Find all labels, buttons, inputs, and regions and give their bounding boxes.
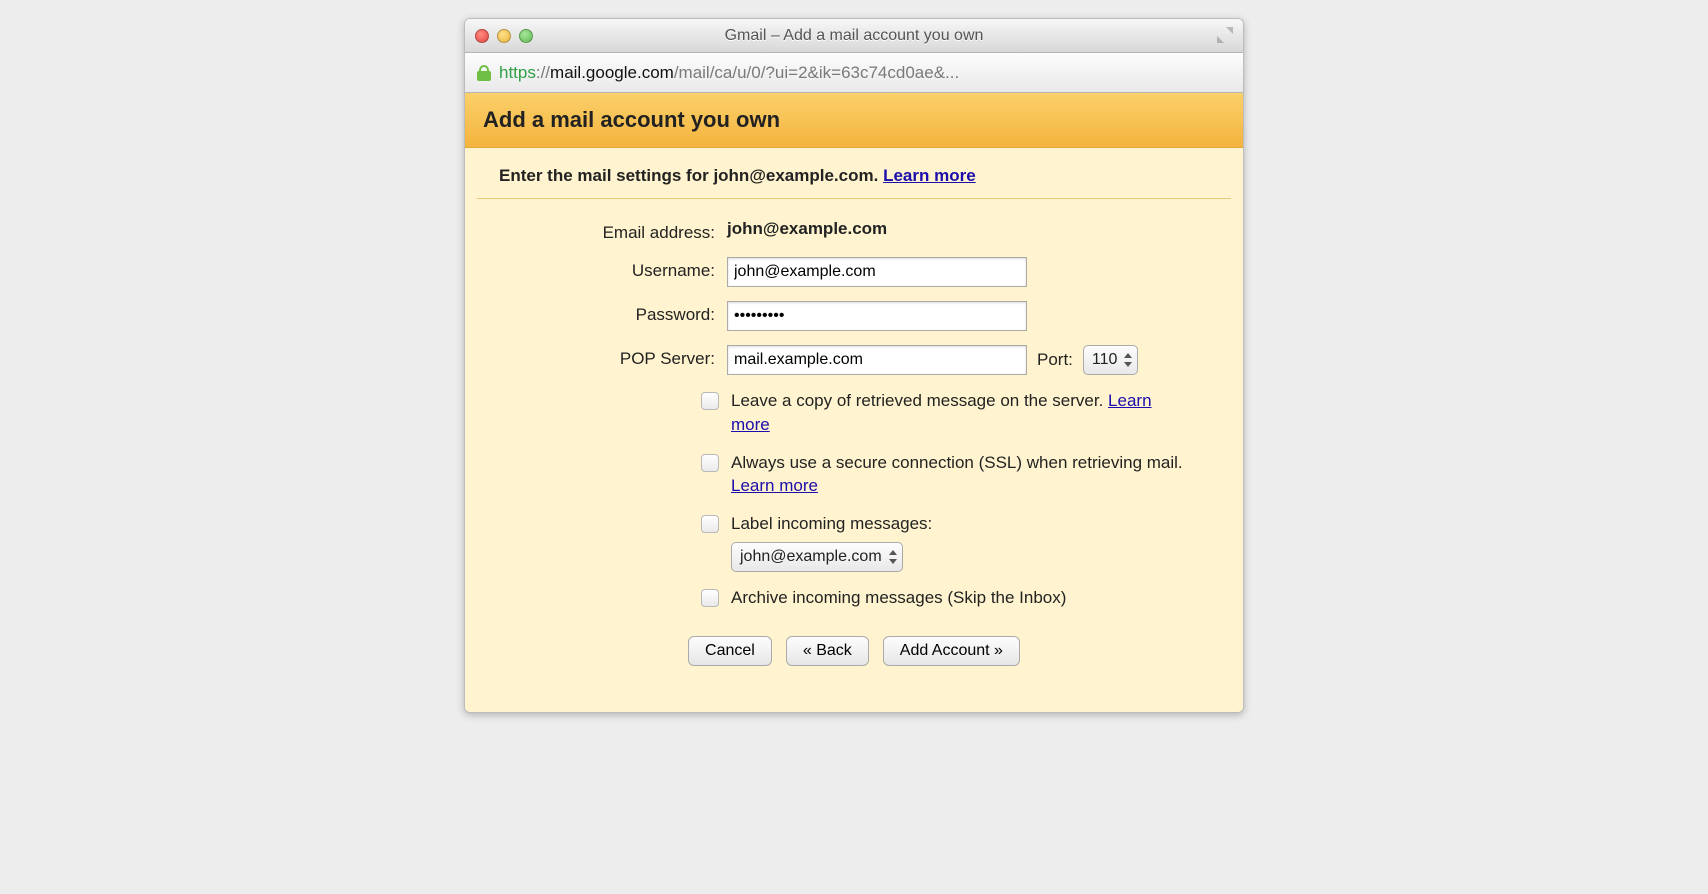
address-bar[interactable]: https://mail.google.com/mail/ca/u/0/?ui=… xyxy=(465,53,1243,93)
expand-window-icon[interactable] xyxy=(1217,27,1233,43)
ssl-text: Always use a secure connection (SSL) whe… xyxy=(731,453,1183,472)
window-titlebar: Gmail – Add a mail account you own xyxy=(465,19,1243,53)
subtitle-suffix: . xyxy=(874,166,883,185)
label-select[interactable]: john@example.com xyxy=(731,542,903,572)
url-path: /mail/ca/u/0/?ui=2&ik=63c74cd0ae&... xyxy=(674,63,959,82)
window-title: Gmail – Add a mail account you own xyxy=(465,27,1243,45)
username-input[interactable] xyxy=(727,257,1027,287)
settings-form: Email address: john@example.com Username… xyxy=(465,199,1243,674)
url-separator: :// xyxy=(536,63,550,82)
url-scheme: https xyxy=(499,63,536,82)
row-pop-server: POP Server: Port: 110 xyxy=(489,345,1219,375)
zoom-window-icon[interactable] xyxy=(519,29,533,43)
options-group: Leave a copy of retrieved message on the… xyxy=(489,389,1219,610)
window-controls xyxy=(475,29,533,43)
select-arrows-icon xyxy=(889,550,897,564)
ssl-learn-more-link[interactable]: Learn more xyxy=(731,476,818,495)
select-arrows-icon xyxy=(1124,353,1132,367)
username-label: Username: xyxy=(489,257,727,281)
ssl-checkbox[interactable] xyxy=(701,454,719,472)
option-leave-copy: Leave a copy of retrieved message on the… xyxy=(701,389,1219,437)
leave-copy-checkbox[interactable] xyxy=(701,392,719,410)
url-text: https://mail.google.com/mail/ca/u/0/?ui=… xyxy=(499,63,959,83)
cancel-button[interactable]: Cancel xyxy=(688,636,772,666)
archive-text: Archive incoming messages (Skip the Inbo… xyxy=(731,588,1066,607)
archive-checkbox[interactable] xyxy=(701,589,719,607)
port-select[interactable]: 110 xyxy=(1083,345,1139,375)
row-username: Username: xyxy=(489,257,1219,287)
dialog-header: Add a mail account you own xyxy=(465,93,1243,148)
password-input[interactable] xyxy=(727,301,1027,331)
row-email: Email address: john@example.com xyxy=(489,219,1219,243)
popup-window: Gmail – Add a mail account you own https… xyxy=(464,18,1244,713)
email-value: john@example.com xyxy=(727,219,887,239)
add-account-button[interactable]: Add Account » xyxy=(883,636,1020,666)
label-messages-checkbox[interactable] xyxy=(701,515,719,533)
label-messages-text: Label incoming messages: xyxy=(731,514,932,533)
port-value: 110 xyxy=(1092,351,1118,369)
subtitle-email: john@example.com xyxy=(713,166,873,185)
dialog-title: Add a mail account you own xyxy=(483,107,1225,133)
option-ssl: Always use a secure connection (SSL) whe… xyxy=(701,451,1219,499)
minimize-window-icon[interactable] xyxy=(497,29,511,43)
pop-server-input[interactable] xyxy=(727,345,1027,375)
leave-copy-text: Leave a copy of retrieved message on the… xyxy=(731,391,1108,410)
subtitle-learn-more-link[interactable]: Learn more xyxy=(883,166,976,185)
option-label-messages: Label incoming messages: john@example.co… xyxy=(701,512,1219,572)
dialog-content: Add a mail account you own Enter the mai… xyxy=(465,93,1243,712)
option-archive: Archive incoming messages (Skip the Inbo… xyxy=(701,586,1219,610)
lock-icon xyxy=(477,65,491,81)
url-host: mail.google.com xyxy=(550,63,674,82)
password-label: Password: xyxy=(489,301,727,325)
close-window-icon[interactable] xyxy=(475,29,489,43)
pop-server-label: POP Server: xyxy=(489,345,727,369)
back-button[interactable]: « Back xyxy=(786,636,869,666)
port-label: Port: xyxy=(1037,350,1073,370)
email-label: Email address: xyxy=(489,219,727,243)
button-row: Cancel « Back Add Account » xyxy=(489,636,1219,666)
row-password: Password: xyxy=(489,301,1219,331)
dialog-subtitle: Enter the mail settings for john@example… xyxy=(477,148,1231,199)
label-select-value: john@example.com xyxy=(740,546,882,568)
subtitle-prefix: Enter the mail settings for xyxy=(499,166,713,185)
